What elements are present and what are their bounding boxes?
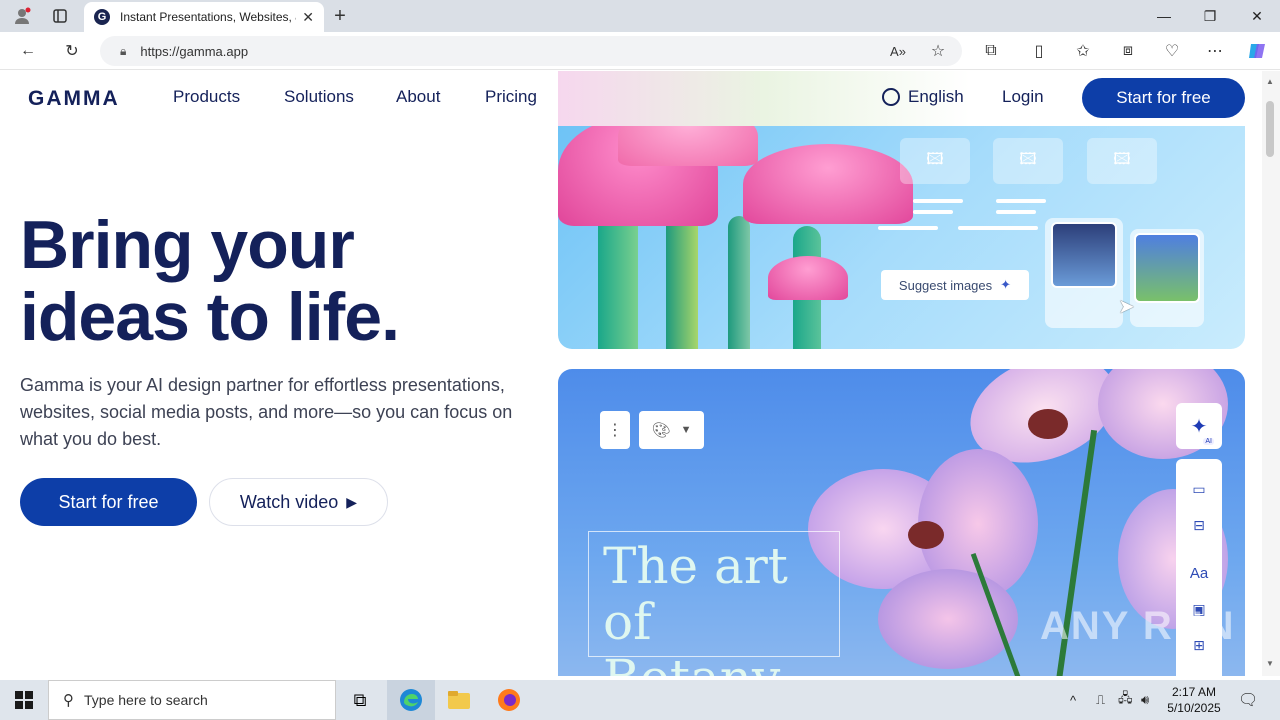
new-tab-button[interactable]: + [330, 5, 350, 27]
nav-products[interactable]: Products [173, 87, 240, 107]
hero-image-mushrooms: 🖾 🖾 🖾 Suggest images ✦ ➤ [558, 126, 1245, 349]
start-for-free-button[interactable]: Start for free [20, 478, 197, 526]
read-aloud-icon[interactable]: A» [887, 41, 909, 61]
scroll-up-icon[interactable]: ▲ [1266, 77, 1274, 86]
gamma-favicon-icon: G [94, 9, 110, 25]
taskbar-search-placeholder: Type here to search [84, 692, 208, 708]
theme-palette-button[interactable]: 🎨︎ ▼ [639, 411, 704, 449]
browser-tab-active[interactable]: G Instant Presentations, Websites, & ✕ [84, 2, 324, 32]
botany-title-box[interactable]: The art of Botany [588, 531, 840, 676]
url-text[interactable]: https://gamma.app [140, 44, 248, 59]
more-menu-icon[interactable]: ⋯ [1204, 41, 1226, 61]
globe-icon [882, 88, 900, 106]
botany-line-1: The art [603, 537, 788, 595]
cursor-icon: ➤ [1118, 296, 1135, 318]
watch-video-label: Watch video [239, 491, 339, 512]
card-options-kebab-icon[interactable]: ⋮ [600, 411, 630, 449]
suggest-images-button[interactable]: Suggest images ✦ [881, 270, 1029, 300]
refresh-icon[interactable]: ↻ [61, 41, 83, 61]
tab-close-icon[interactable]: ✕ [302, 9, 314, 26]
profile-icon[interactable] [12, 6, 32, 26]
scroll-thumb[interactable] [1266, 101, 1274, 157]
start-for-free-top-button[interactable]: Start for free [1082, 78, 1245, 118]
suggest-images-label: Suggest images [898, 277, 993, 293]
search-icon: ⚲ [63, 692, 74, 709]
anyrun-watermark: ANY RUN [1040, 604, 1236, 648]
network-icon[interactable]: 🖧︎ [1118, 680, 1133, 720]
ai-sparkle-button[interactable]: ✦ AI [1176, 403, 1222, 449]
hero-line-1: Bring your [20, 207, 355, 283]
language-selector[interactable]: English [882, 87, 964, 107]
ai-badge: AI [1203, 438, 1214, 445]
clock-date: 5/10/2025 [1167, 701, 1221, 715]
browser-essentials-icon[interactable]: ♡ [1161, 41, 1183, 61]
hero-subtitle: Gamma is your AI design partner for effo… [20, 375, 513, 449]
nav-solutions[interactable]: Solutions [284, 87, 354, 107]
text-style-icon[interactable]: Aa [1176, 561, 1222, 585]
layout-icon[interactable]: ⊟ [1176, 513, 1222, 537]
taskbar-search-box[interactable]: ⚲ Type here to search [48, 680, 336, 720]
chevron-down-icon: ▼ [680, 424, 692, 436]
tab-title: Instant Presentations, Websites, & [120, 10, 297, 24]
hero-line-2: ideas to life. [20, 279, 400, 355]
hero-heading: Bring your ideas to life. [20, 207, 400, 355]
add-card-icon[interactable]: ▭ [1176, 477, 1222, 501]
sparkle-icon: ✦ [1000, 277, 1012, 292]
favorites-icon[interactable]: ✩ [1072, 41, 1094, 61]
favorite-star-icon[interactable]: ☆ [927, 41, 949, 61]
usb-icon[interactable]: ⎍ [1096, 680, 1105, 720]
windows-start-icon[interactable] [0, 680, 48, 720]
extensions-icon[interactable]: ⧉ [980, 41, 1002, 61]
close-window-button[interactable]: ✕ [1234, 0, 1280, 32]
url-bar[interactable]: 🔒︎ https://gamma.app [100, 36, 962, 66]
minimize-button[interactable]: — [1141, 0, 1187, 32]
task-view-icon[interactable]: ⧉ [336, 680, 384, 720]
volume-icon[interactable]: 🔊︎ [1141, 680, 1149, 720]
language-label: English [908, 87, 964, 106]
image-placeholder-icon: 🖾 [900, 138, 970, 184]
page-scrollbar[interactable]: ▲ ▼ [1262, 71, 1280, 676]
play-icon: ▶ [346, 493, 358, 510]
login-link[interactable]: Login [1002, 87, 1044, 107]
file-explorer-icon[interactable] [435, 680, 483, 720]
nav-about[interactable]: About [396, 87, 440, 107]
browser-titlebar: G Instant Presentations, Websites, & ✕ +… [0, 0, 1280, 32]
nav-pricing[interactable]: Pricing [485, 87, 537, 107]
image-placeholder-icon: 🖾 [1087, 138, 1157, 184]
watch-video-button[interactable]: Watch video ▶ [209, 478, 388, 526]
scroll-down-icon[interactable]: ▼ [1266, 659, 1274, 668]
clock-time: 2:17 AM [1171, 685, 1217, 699]
firefox-icon[interactable] [485, 680, 533, 720]
taskbar-clock[interactable]: 2:17 AM 5/10/2025 [1164, 684, 1224, 716]
tab-actions-icon[interactable] [50, 6, 70, 26]
palette-icon: 🎨︎ [651, 422, 671, 439]
tray-chevron-icon[interactable]: ^ [1070, 680, 1076, 720]
gamma-logo[interactable]: GAMMA [28, 87, 120, 111]
maximize-button[interactable]: ❐ [1187, 0, 1233, 32]
botany-line-2: of Botany [603, 593, 780, 676]
split-screen-icon[interactable]: ▯ [1028, 41, 1050, 61]
copilot-icon[interactable] [1246, 41, 1268, 61]
image-placeholder-icon: 🖾 [993, 138, 1063, 184]
lock-icon[interactable]: 🔒︎ [120, 44, 126, 59]
back-arrow-icon[interactable]: ← [17, 41, 39, 61]
web-page: GAMMA Products Solutions About Pricing 🖾… [4, 71, 1262, 676]
windows-taskbar: ⚲ Type here to search ⧉ ^ ⎍ 🖧︎ 🔊︎ 2:17 A… [0, 680, 1280, 720]
notifications-icon[interactable]: 🗨︎ [1238, 680, 1258, 720]
edge-browser-icon[interactable] [387, 680, 435, 720]
collections-icon[interactable]: ⧈ [1117, 41, 1139, 61]
sparkle-icon: ✦ [1190, 415, 1208, 438]
